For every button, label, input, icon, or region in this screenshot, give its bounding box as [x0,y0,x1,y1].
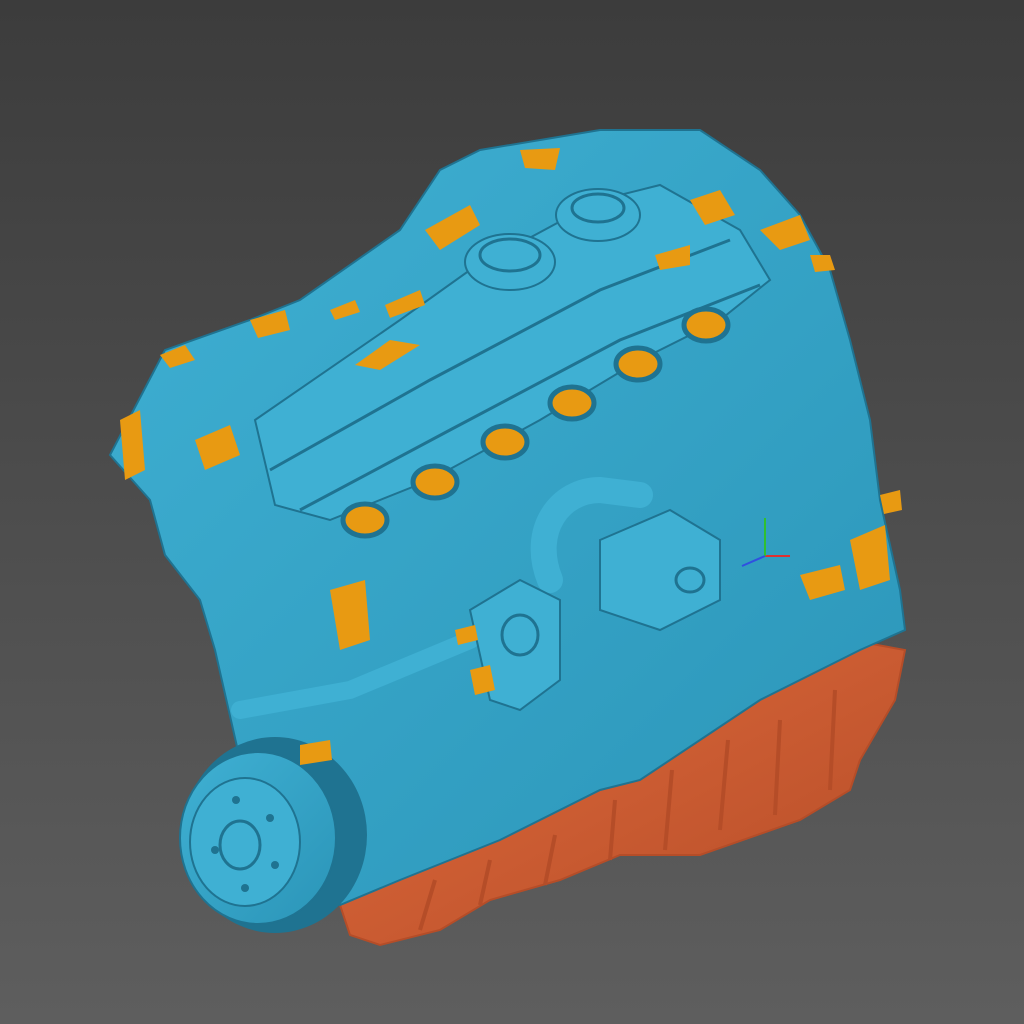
crankshaft-pulley[interactable] [179,737,367,933]
scene[interactable] [0,0,1024,1024]
3d-viewport[interactable] [0,0,1024,1024]
